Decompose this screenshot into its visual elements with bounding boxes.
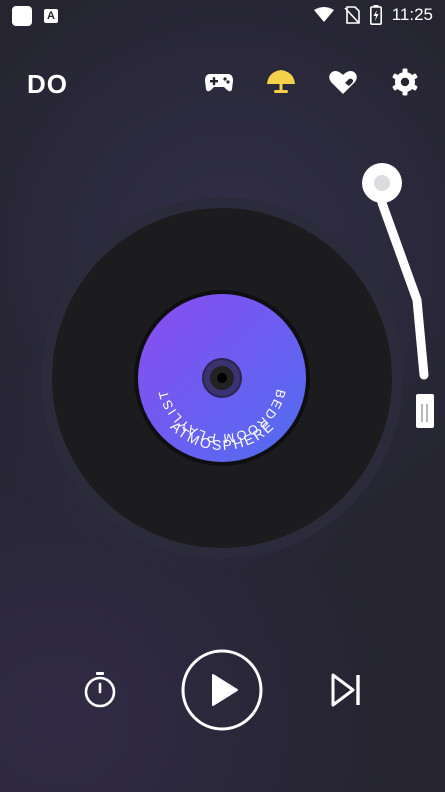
favorites-button[interactable] <box>327 66 359 98</box>
skip-next-button[interactable] <box>328 670 364 710</box>
status-bar: A 11:25 <box>0 0 445 32</box>
timer-icon <box>84 672 116 708</box>
lamp-button[interactable] <box>265 66 297 98</box>
turntable: BEDROOM PLAYLIST ATMOSPHERE <box>41 197 403 559</box>
settings-button[interactable] <box>389 66 421 98</box>
app-square-icon <box>12 6 32 26</box>
clock: 11:25 <box>391 5 433 24</box>
play-button[interactable] <box>181 649 263 731</box>
battery-charging-icon <box>369 5 382 25</box>
gamepad-icon <box>205 74 233 92</box>
gamepad-button[interactable] <box>203 66 235 98</box>
playback-controls <box>0 648 445 732</box>
app-logo: DO <box>27 69 68 100</box>
app-header: DO <box>0 60 445 106</box>
a-badge-icon: A <box>44 9 58 23</box>
skip-next-icon <box>331 673 360 707</box>
timer-button[interactable] <box>80 670 120 710</box>
tonearm-headshell <box>416 394 434 428</box>
lamp-icon <box>267 70 295 93</box>
spindle-hole <box>217 373 227 383</box>
heart-icon <box>329 71 357 94</box>
wifi-icon <box>313 7 334 22</box>
no-sim-icon <box>344 6 360 24</box>
tonearm[interactable] <box>355 160 435 435</box>
gear-icon <box>392 68 418 96</box>
logo-text: DO <box>27 69 68 99</box>
play-icon <box>181 649 263 731</box>
